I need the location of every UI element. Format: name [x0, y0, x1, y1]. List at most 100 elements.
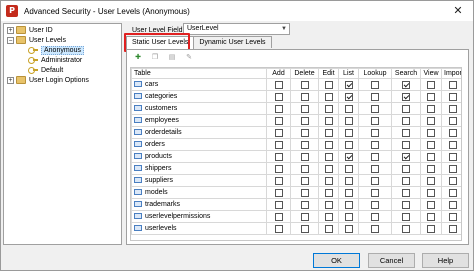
permission-checkbox-edit[interactable]	[324, 152, 333, 161]
permission-checkbox-list[interactable]	[344, 224, 353, 233]
permission-checkbox-search[interactable]	[402, 224, 410, 233]
tree-item-default[interactable]: Default	[28, 65, 63, 75]
permission-checkbox-list[interactable]	[344, 152, 353, 161]
permission-checkbox-search[interactable]	[402, 128, 410, 137]
permission-checkbox-add[interactable]	[274, 128, 283, 137]
permission-checkbox-import[interactable]	[448, 140, 457, 149]
permission-checkbox-list[interactable]	[344, 80, 353, 89]
permission-checkbox-lookup[interactable]	[371, 164, 379, 173]
permission-checkbox-add[interactable]	[274, 200, 283, 209]
permission-checkbox-add[interactable]	[274, 140, 283, 149]
permission-checkbox-edit[interactable]	[324, 128, 333, 137]
permission-checkbox-import[interactable]	[448, 176, 457, 185]
edit-icon[interactable]: ✎	[183, 53, 195, 63]
tree-item-user-id[interactable]: + User ID	[7, 25, 53, 35]
permission-checkbox-import[interactable]	[448, 212, 457, 221]
permission-checkbox-add[interactable]	[274, 80, 283, 89]
permission-checkbox-list[interactable]	[344, 116, 353, 125]
tree-item-user-login-options[interactable]: + User Login Options	[7, 75, 89, 85]
permission-checkbox-view[interactable]	[427, 200, 435, 209]
permission-checkbox-search[interactable]	[402, 176, 410, 185]
permission-checkbox-lookup[interactable]	[371, 152, 379, 161]
permission-checkbox-add[interactable]	[274, 152, 283, 161]
permission-checkbox-edit[interactable]	[324, 104, 333, 113]
permission-checkbox-lookup[interactable]	[371, 200, 379, 209]
tree-item-anonymous[interactable]: Anonymous	[28, 45, 84, 55]
permission-checkbox-search[interactable]	[402, 164, 410, 173]
permission-checkbox-edit[interactable]	[324, 116, 333, 125]
permission-checkbox-add[interactable]	[274, 92, 283, 101]
permission-checkbox-view[interactable]	[427, 224, 435, 233]
permission-checkbox-import[interactable]	[448, 164, 457, 173]
permission-checkbox-list[interactable]	[344, 92, 353, 101]
copy-icon[interactable]: ❐	[149, 53, 161, 63]
permission-checkbox-add[interactable]	[274, 164, 283, 173]
permission-checkbox-add[interactable]	[274, 188, 283, 197]
permission-checkbox-lookup[interactable]	[371, 212, 379, 221]
permission-checkbox-search[interactable]	[402, 80, 410, 89]
permission-checkbox-add[interactable]	[274, 176, 283, 185]
permission-checkbox-import[interactable]	[448, 92, 457, 101]
permission-checkbox-import[interactable]	[448, 224, 457, 233]
permission-checkbox-delete[interactable]	[300, 164, 309, 173]
permission-checkbox-view[interactable]	[427, 104, 435, 113]
permission-checkbox-search[interactable]	[402, 140, 410, 149]
permission-checkbox-view[interactable]	[427, 80, 435, 89]
permission-checkbox-lookup[interactable]	[371, 104, 379, 113]
user-level-field-select[interactable]: UserLevel ▼	[183, 23, 290, 35]
permission-checkbox-view[interactable]	[427, 212, 435, 221]
permission-checkbox-list[interactable]	[344, 140, 353, 149]
permission-checkbox-view[interactable]	[427, 176, 435, 185]
chevron-down-icon[interactable]: ▼	[279, 24, 289, 34]
permission-checkbox-view[interactable]	[427, 116, 435, 125]
paste-icon[interactable]: ▤	[166, 53, 178, 63]
permission-checkbox-edit[interactable]	[324, 188, 333, 197]
tab-dynamic-user-levels[interactable]: Dynamic User Levels	[193, 36, 272, 48]
permission-checkbox-list[interactable]	[344, 164, 353, 173]
permission-checkbox-lookup[interactable]	[371, 176, 379, 185]
permission-checkbox-edit[interactable]	[324, 92, 333, 101]
permission-checkbox-lookup[interactable]	[371, 92, 379, 101]
permission-checkbox-lookup[interactable]	[371, 140, 379, 149]
permission-checkbox-add[interactable]	[274, 212, 283, 221]
help-button[interactable]: Help	[422, 253, 469, 268]
permission-checkbox-delete[interactable]	[300, 92, 309, 101]
permission-checkbox-list[interactable]	[344, 176, 353, 185]
expand-icon[interactable]: +	[7, 76, 14, 84]
permission-checkbox-search[interactable]	[402, 212, 410, 221]
permission-checkbox-edit[interactable]	[324, 176, 333, 185]
permission-checkbox-edit[interactable]	[324, 212, 333, 221]
permission-checkbox-lookup[interactable]	[371, 224, 379, 233]
tree-item-user-levels[interactable]: − User Levels	[7, 35, 66, 45]
cancel-button[interactable]: Cancel	[368, 253, 415, 268]
permission-checkbox-edit[interactable]	[324, 80, 333, 89]
permission-checkbox-search[interactable]	[402, 188, 410, 197]
permission-checkbox-delete[interactable]	[300, 104, 309, 113]
permission-checkbox-delete[interactable]	[300, 176, 309, 185]
permission-checkbox-delete[interactable]	[300, 212, 309, 221]
permission-checkbox-import[interactable]	[448, 188, 457, 197]
permission-checkbox-add[interactable]	[274, 116, 283, 125]
permission-checkbox-view[interactable]	[427, 92, 435, 101]
permission-checkbox-list[interactable]	[344, 188, 353, 197]
expand-icon[interactable]: +	[7, 26, 14, 34]
permission-checkbox-import[interactable]	[448, 80, 457, 89]
permission-checkbox-search[interactable]	[402, 200, 410, 209]
permission-checkbox-delete[interactable]	[300, 152, 309, 161]
permission-checkbox-import[interactable]	[448, 152, 457, 161]
permission-checkbox-lookup[interactable]	[371, 116, 379, 125]
permission-checkbox-search[interactable]	[402, 92, 410, 101]
permission-checkbox-view[interactable]	[427, 128, 435, 137]
permission-checkbox-view[interactable]	[427, 152, 435, 161]
permission-checkbox-import[interactable]	[448, 116, 457, 125]
permission-checkbox-delete[interactable]	[300, 140, 309, 149]
permission-checkbox-add[interactable]	[274, 104, 283, 113]
permission-checkbox-search[interactable]	[402, 152, 410, 161]
permission-checkbox-delete[interactable]	[300, 116, 309, 125]
permission-checkbox-list[interactable]	[344, 104, 353, 113]
permission-checkbox-list[interactable]	[344, 128, 353, 137]
tab-static-user-levels[interactable]: Static User Levels	[126, 36, 195, 49]
permission-checkbox-delete[interactable]	[300, 80, 309, 89]
permission-checkbox-delete[interactable]	[300, 188, 309, 197]
add-icon[interactable]: ✚	[132, 53, 144, 63]
